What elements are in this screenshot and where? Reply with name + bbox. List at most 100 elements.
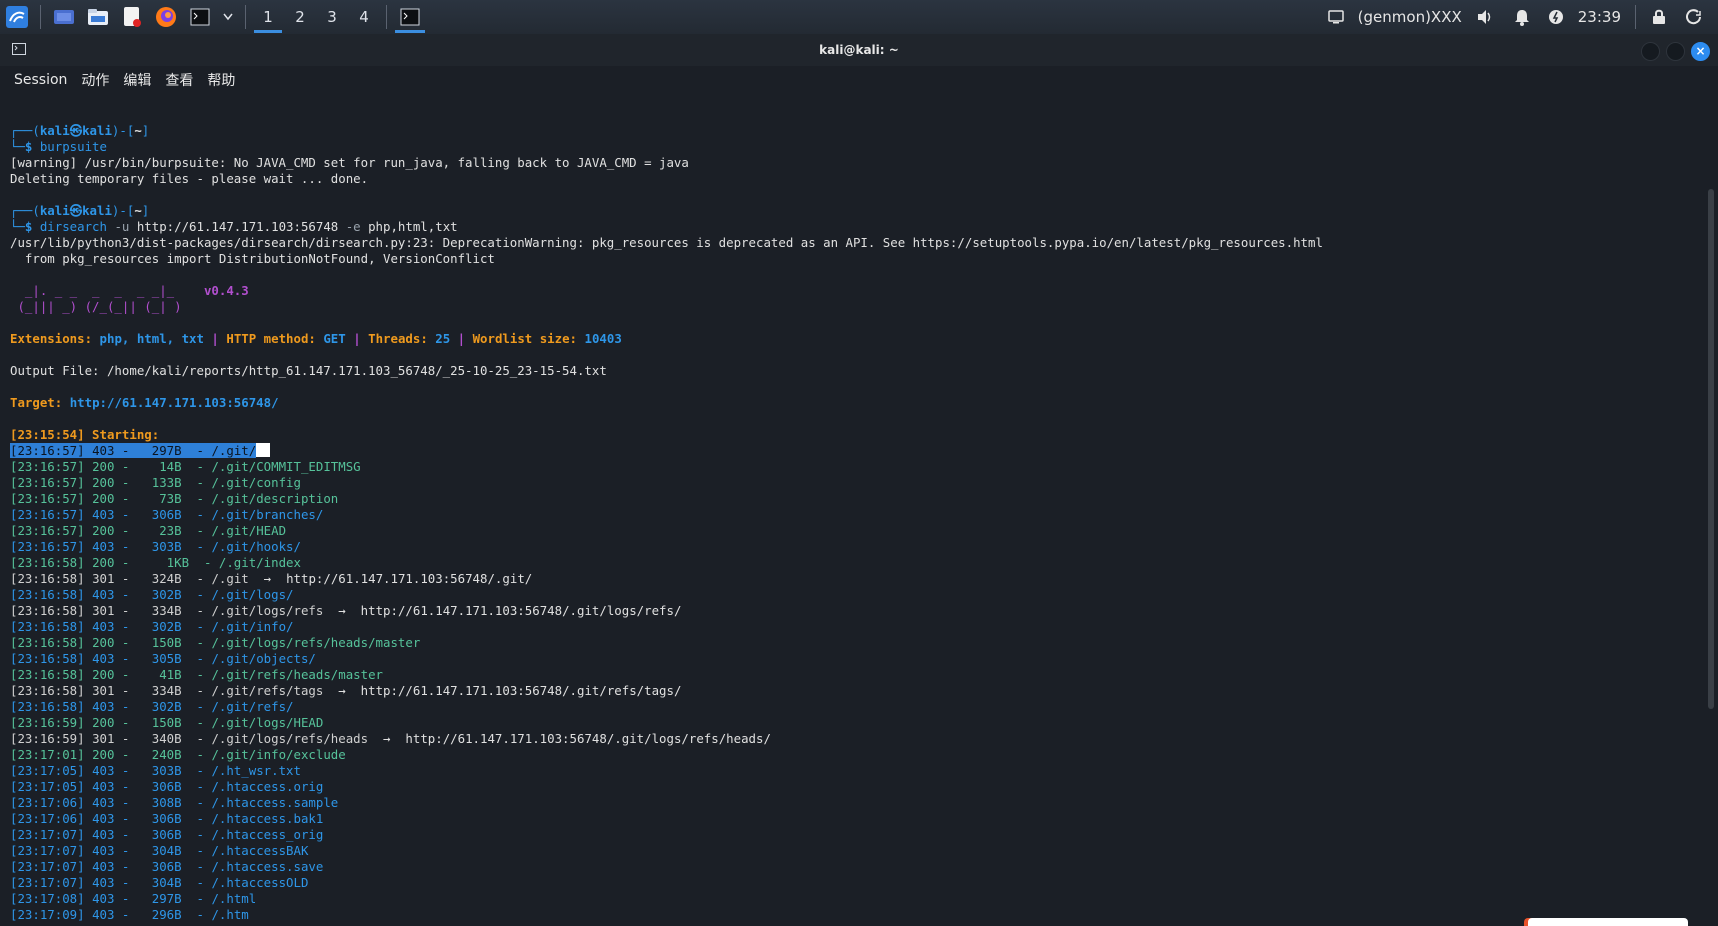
result-row: [23:17:07] 403 - 306B - /.htaccess.save — [10, 859, 1700, 875]
show-desktop-icon[interactable] — [51, 4, 77, 30]
window-titlebar[interactable]: kali@kali: ~ × — [0, 34, 1718, 66]
result-path: /.git/objects/ — [211, 651, 316, 666]
file-manager-icon[interactable] — [85, 4, 111, 30]
result-row: [23:16:58] 200 - 1KB - /.git/index — [10, 555, 1700, 571]
command-line: └─$ dirsearch -u http://61.147.171.103:5… — [10, 219, 458, 234]
prompt-line: ┌──(kali㉿kali)-[~] — [10, 123, 150, 138]
result-size: 324B - — [136, 571, 212, 586]
result-size: 296B - — [136, 907, 212, 922]
result-row: [23:17:06] 403 - 308B - /.htaccess.sampl… — [10, 795, 1700, 811]
result-status: 200 - — [84, 475, 137, 490]
result-size: 340B - — [136, 731, 212, 746]
result-status: 403 - — [84, 827, 137, 842]
lock-icon[interactable] — [1652, 9, 1666, 25]
result-path: /.git/refs/ — [211, 699, 294, 714]
terminal-launcher-icon[interactable] — [187, 4, 213, 30]
result-status: 403 - — [84, 699, 137, 714]
maximize-button[interactable] — [1666, 42, 1685, 61]
result-status: 301 - — [84, 603, 137, 618]
redirect-arrow: → — [248, 571, 287, 586]
result-path: /.git/logs/refs — [211, 603, 324, 618]
result-time: [23:16:58] — [10, 571, 85, 586]
scrollbar[interactable] — [1708, 189, 1714, 709]
workspace-4[interactable]: 4 — [348, 0, 380, 34]
result-row: [23:16:58] 301 - 334B - /.git/logs/refs … — [10, 603, 1700, 619]
result-time: [23:16:57] — [10, 475, 85, 490]
chevron-down-icon[interactable] — [221, 4, 235, 30]
menu-actions[interactable]: 动作 — [81, 70, 109, 90]
result-time: [23:17:09] — [10, 907, 85, 922]
workspace-2[interactable]: 2 — [284, 0, 316, 34]
result-size: 303B - — [136, 539, 212, 554]
result-row: [23:16:58] 200 - 150B - /.git/logs/refs/… — [10, 635, 1700, 651]
result-row: [23:16:57] 403 - 306B - /.git/branches/ — [10, 507, 1700, 523]
close-button[interactable]: × — [1691, 42, 1710, 61]
result-size: 150B - — [136, 715, 212, 730]
text-editor-icon[interactable] — [119, 4, 145, 30]
result-row: [23:17:07] 403 - 304B - /.htaccessBAK — [10, 843, 1700, 859]
result-row: [23:16:58] 403 - 305B - /.git/objects/ — [10, 651, 1700, 667]
terminal-window: kali@kali: ~ × Session 动作 编辑 查看 帮助 ┌──(k… — [0, 34, 1718, 926]
prompt-line: ┌──(kali㉿kali)-[~] — [10, 203, 150, 218]
result-status: 301 - — [84, 571, 137, 586]
result-row: [23:17:07] 403 - 304B - /.htaccessOLD — [10, 875, 1700, 891]
result-size: 150B - — [136, 635, 212, 650]
menu-edit[interactable]: 编辑 — [123, 70, 151, 90]
window-terminal-icon[interactable] — [12, 43, 26, 58]
result-size: 302B - — [136, 699, 212, 714]
result-status: 403 - — [84, 539, 137, 554]
result-status: 301 - — [84, 731, 137, 746]
power-manager-icon[interactable] — [1548, 9, 1564, 25]
menu-bar: Session 动作 编辑 查看 帮助 — [0, 66, 1718, 94]
result-redirect: http://61.147.171.103:56748/.git/logs/re… — [405, 731, 771, 746]
volume-icon[interactable] — [1476, 9, 1494, 25]
result-row: [23:17:06] 403 - 306B - /.htaccess.bak1 — [10, 811, 1700, 827]
menu-help[interactable]: 帮助 — [207, 70, 235, 90]
workspace-3[interactable]: 3 — [316, 0, 348, 34]
genmon-label[interactable]: (genmon)XXX — [1358, 8, 1462, 26]
firefox-icon[interactable] — [153, 4, 179, 30]
result-row: [23:16:59] 301 - 340B - /.git/logs/refs/… — [10, 731, 1700, 747]
result-row: [23:17:09] 403 - 296B - /.htm — [10, 907, 1700, 923]
terminal-output[interactable]: ┌──(kali㉿kali)-[~] └─$ burpsuite [warnin… — [0, 102, 1700, 926]
redirect-arrow: → — [368, 731, 406, 746]
output-line: from pkg_resources import DistributionNo… — [10, 251, 495, 266]
result-row: [23:16:58] 301 - 324B - /.git → http://6… — [10, 571, 1700, 587]
display-icon[interactable] — [1327, 10, 1344, 24]
menu-session[interactable]: Session — [14, 72, 67, 88]
result-row: [23:17:05] 403 - 303B - /.ht_wsr.txt — [10, 763, 1700, 779]
result-row: [23:16:57] 200 - 133B - /.git/config — [10, 475, 1700, 491]
result-row: [23:16:59] 200 - 150B - /.git/logs/HEAD — [10, 715, 1700, 731]
result-status: 403 - — [84, 907, 137, 922]
result-path: /.git/logs/ — [211, 587, 294, 602]
result-size: 334B - — [136, 683, 212, 698]
result-size: 306B - — [136, 859, 212, 874]
menu-view[interactable]: 查看 — [165, 70, 193, 90]
result-size: 1KB - — [136, 555, 219, 570]
result-size: 23B - — [136, 523, 212, 538]
result-path: /.htaccessBAK — [211, 843, 309, 858]
redirect-arrow: → — [323, 683, 361, 698]
bell-icon[interactable] — [1514, 9, 1530, 26]
result-path: /.git/info/ — [211, 619, 294, 634]
result-time: [23:16:58] — [10, 619, 85, 634]
result-redirect: http://61.147.171.103:56748/.git/ — [286, 571, 533, 586]
minimize-button[interactable] — [1641, 42, 1660, 61]
result-path: /.git/hooks/ — [211, 539, 301, 554]
panel-separator — [245, 5, 246, 29]
result-size: 41B - — [136, 667, 212, 682]
workspace-1[interactable]: 1 — [252, 0, 284, 34]
kali-menu-icon[interactable] — [4, 4, 30, 30]
close-icon: × — [1695, 44, 1706, 58]
result-time: [23:17:06] — [10, 795, 85, 810]
result-status: 200 - — [84, 491, 137, 506]
taskbar-terminal-button[interactable] — [393, 0, 427, 34]
window-title: kali@kali: ~ — [819, 43, 899, 57]
result-time: [23:16:58] — [10, 667, 85, 682]
result-status: 301 - — [84, 683, 137, 698]
result-size: 302B - — [136, 619, 212, 634]
logout-icon[interactable] — [1686, 9, 1702, 25]
result-status: 403 - — [84, 651, 137, 666]
clock[interactable]: 23:39 — [1578, 8, 1621, 26]
output-line: [warning] /usr/bin/burpsuite: No JAVA_CM… — [10, 155, 689, 170]
